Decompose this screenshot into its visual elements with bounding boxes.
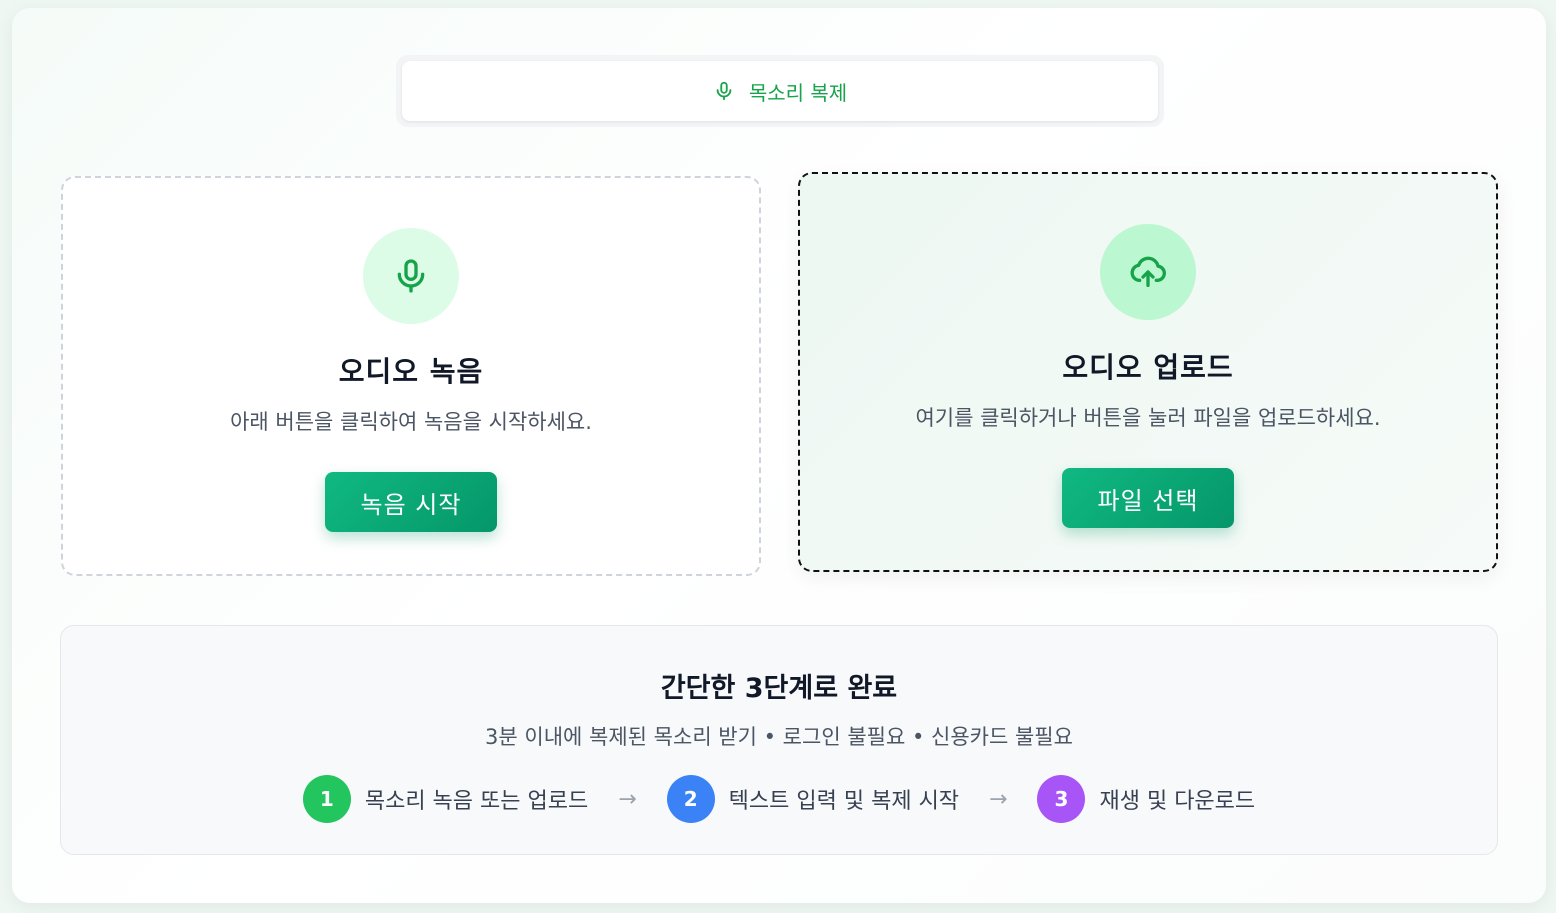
tab-label: 목소리 복제 [748,80,848,105]
tab-voice-clone[interactable]: 목소리 복제 [402,61,1158,121]
step-label: 텍스트 입력 및 복제 시작 [728,789,960,814]
mic-icon [716,81,732,101]
step-label: 재생 및 다운로드 [1099,789,1256,814]
upload-title: 오디오 업로드 [1062,351,1234,384]
steps-section: 간단한 3단계로 완료 3분 이내에 복제된 목소리 받기 • 로그인 불필요 … [60,625,1498,855]
tab-bar: 목소리 복제 [396,55,1164,127]
record-description: 아래 버튼을 클릭하여 녹음을 시작하세요. [230,410,592,434]
voice-clone-card: 목소리 복제 오디오 녹음 아래 버튼을 클릭하여 녹음을 시작하세요. 녹음 … [12,8,1546,903]
step-number-badge: 1 [302,775,351,823]
step-number-badge: 2 [666,775,715,823]
cloud-upload-icon [1130,256,1166,287]
arrow-right-icon: → [989,786,1008,812]
record-icon-circle [363,228,459,324]
step-label: 목소리 녹음 또는 업로드 [364,789,589,814]
arrow-right-icon: → [618,786,637,812]
start-recording-button[interactable]: 녹음 시작 [324,472,498,532]
record-title: 오디오 녹음 [338,355,484,388]
upload-description: 여기를 클릭하거나 버튼을 눌러 파일을 업로드하세요. [915,406,1381,430]
upload-dropzone[interactable]: 오디오 업로드 여기를 클릭하거나 버튼을 눌러 파일을 업로드하세요. 파일 … [798,172,1498,572]
step-3: 3 재생 및 다운로드 [1037,775,1255,823]
steps-title: 간단한 3단계로 완료 [660,673,898,704]
step-2: 2 텍스트 입력 및 복제 시작 [666,775,960,823]
upload-icon-circle [1100,224,1196,320]
record-panel: 오디오 녹음 아래 버튼을 클릭하여 녹음을 시작하세요. 녹음 시작 [61,176,761,576]
mic-icon [397,259,425,293]
step-number-badge: 3 [1037,775,1086,823]
step-1: 1 목소리 녹음 또는 업로드 [302,775,589,823]
steps-subtitle: 3분 이내에 복제된 목소리 받기 • 로그인 불필요 • 신용카드 불필요 [485,725,1073,749]
steps-row: 1 목소리 녹음 또는 업로드 → 2 텍스트 입력 및 복제 시작 → 3 재… [302,775,1255,823]
choose-file-button[interactable]: 파일 선택 [1061,468,1235,528]
